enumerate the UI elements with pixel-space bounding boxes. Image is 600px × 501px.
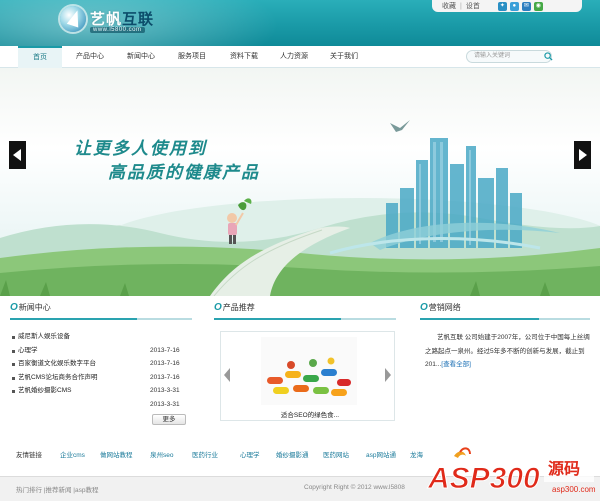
list-item: 2013-3-31 xyxy=(150,400,180,408)
marketing-section-header: O营销网络 xyxy=(420,302,590,320)
list-item[interactable]: 威尼斯人娱乐设备 xyxy=(10,330,195,344)
set-homepage-link[interactable]: 设首 xyxy=(466,1,480,11)
footer-links[interactable]: 热门排行 |推荐新闻 |asp教程 xyxy=(16,484,98,494)
search-icon[interactable] xyxy=(544,52,553,61)
brand-name[interactable]: 艺帆互联 xyxy=(90,8,154,29)
list-item[interactable]: 艺帆CMS论坛商务合作声明 2013-7-16 xyxy=(10,371,195,385)
friend-link[interactable]: asp网站通 xyxy=(366,449,396,459)
friend-link[interactable]: 泉州seo xyxy=(150,449,173,459)
nav-item-news[interactable]: 新闻中心 xyxy=(118,46,164,68)
svg-text:ASP300: ASP300 xyxy=(427,462,540,495)
header: 艺帆互联 www.l5800.com 收藏 | 设首 ✦ ● ✉ ◉ xyxy=(0,0,600,46)
nav-item-about[interactable]: 关于我们 xyxy=(320,46,368,68)
section-o-icon: O xyxy=(10,302,18,313)
product-image[interactable] xyxy=(261,337,357,405)
favorite-link[interactable]: 收藏 xyxy=(442,1,456,11)
share-icons: ✦ ● ✉ ◉ xyxy=(497,1,543,11)
asp300-watermark-logo: ASP300 源码 asp300.com xyxy=(427,447,596,496)
brand-name-part2: 互联 xyxy=(122,11,155,28)
wechat-icon[interactable]: ◉ xyxy=(533,1,543,11)
copyright-text: Copyright Right © 2012 www.l5808 xyxy=(304,484,405,491)
news-list: 威尼斯人娱乐设备 心理学 2013-7-16 百家衡道文化娱乐数字平台 2013-7… xyxy=(10,330,195,411)
friend-link[interactable]: 心理学 xyxy=(240,449,260,459)
qq-icon[interactable]: ● xyxy=(509,1,519,11)
svg-text:asp300.com: asp300.com xyxy=(552,485,596,494)
nav-item-home[interactable]: 首页 xyxy=(18,46,62,68)
friend-link[interactable]: 婚纱摄影通 xyxy=(276,449,309,459)
friend-links-label: 友情链接 xyxy=(16,452,42,459)
marketing-text: 艺帆互联 公司始建于2007年，公司位于中国每上丝绸之路起点一泉州。经过5年多不… xyxy=(425,334,590,368)
view-all-link[interactable]: [查看全部] xyxy=(441,361,471,368)
friend-link[interactable]: 做网站教程 xyxy=(100,449,133,459)
banner-slogan-line1: 让更多人使用到 xyxy=(74,139,207,159)
top-utility-bar: 收藏 | 设首 ✦ ● ✉ ◉ xyxy=(432,0,582,12)
carousel-next-icon[interactable] xyxy=(385,368,391,382)
nav-item-services[interactable]: 服务项目 xyxy=(164,46,220,68)
news-more-button[interactable]: 更多 xyxy=(152,414,186,425)
news-section-header: O新闻中心 xyxy=(10,302,192,320)
main-nav: 首页 产品中心 新闻中心 服务项目 资料下载 人力资源 关于我们 请输入关键词 xyxy=(0,46,600,68)
friend-link[interactable]: 企业cms xyxy=(60,449,85,459)
banner-slogan-line2: 高品质的健康产品 xyxy=(108,163,260,183)
hero-banner: 让更多人使用到 高品质的健康产品 xyxy=(0,68,600,296)
products-section-header: O产品推荐 xyxy=(214,302,396,320)
sail-logo-icon[interactable] xyxy=(60,6,86,32)
nav-item-downloads[interactable]: 资料下载 xyxy=(220,46,268,68)
brand-name-part1: 艺帆 xyxy=(90,11,123,28)
list-item[interactable]: 艺帆婚纱摄影CMS 2013-3-31 xyxy=(10,384,195,398)
banner-prev-arrow-icon[interactable] xyxy=(9,141,26,169)
email-icon[interactable]: ✉ xyxy=(521,1,531,11)
search-input[interactable]: 请输入关键词 xyxy=(466,50,552,63)
list-item[interactable]: 心理学 2013-7-16 xyxy=(10,344,195,358)
list-item[interactable]: 百家衡道文化娱乐数字平台 2013-7-16 xyxy=(10,357,195,371)
friend-link[interactable]: 医药网站 xyxy=(323,449,349,459)
svg-text:源码: 源码 xyxy=(548,459,580,478)
nav-item-products[interactable]: 产品中心 xyxy=(62,46,118,68)
nav-item-hr[interactable]: 人力资源 xyxy=(268,46,320,68)
news-section-title[interactable]: 新闻中心 xyxy=(19,303,51,312)
site-url: www.l5800.com xyxy=(90,27,145,33)
weibo-icon[interactable]: ✦ xyxy=(497,1,507,11)
carousel-prev-icon[interactable] xyxy=(224,368,230,382)
marketing-section-title[interactable]: 营销网络 xyxy=(429,303,461,312)
banner-illustration xyxy=(0,120,600,296)
products-section-title[interactable]: 产品推荐 xyxy=(223,303,255,312)
pills-image xyxy=(261,337,357,405)
banner-next-arrow-icon[interactable] xyxy=(574,141,591,169)
friend-link[interactable]: 医药行业 xyxy=(192,449,218,459)
section-o-icon: O xyxy=(214,302,222,313)
section-o-icon: O xyxy=(420,302,428,313)
product-caption[interactable]: 适合SEO的绿色食... xyxy=(250,409,370,419)
